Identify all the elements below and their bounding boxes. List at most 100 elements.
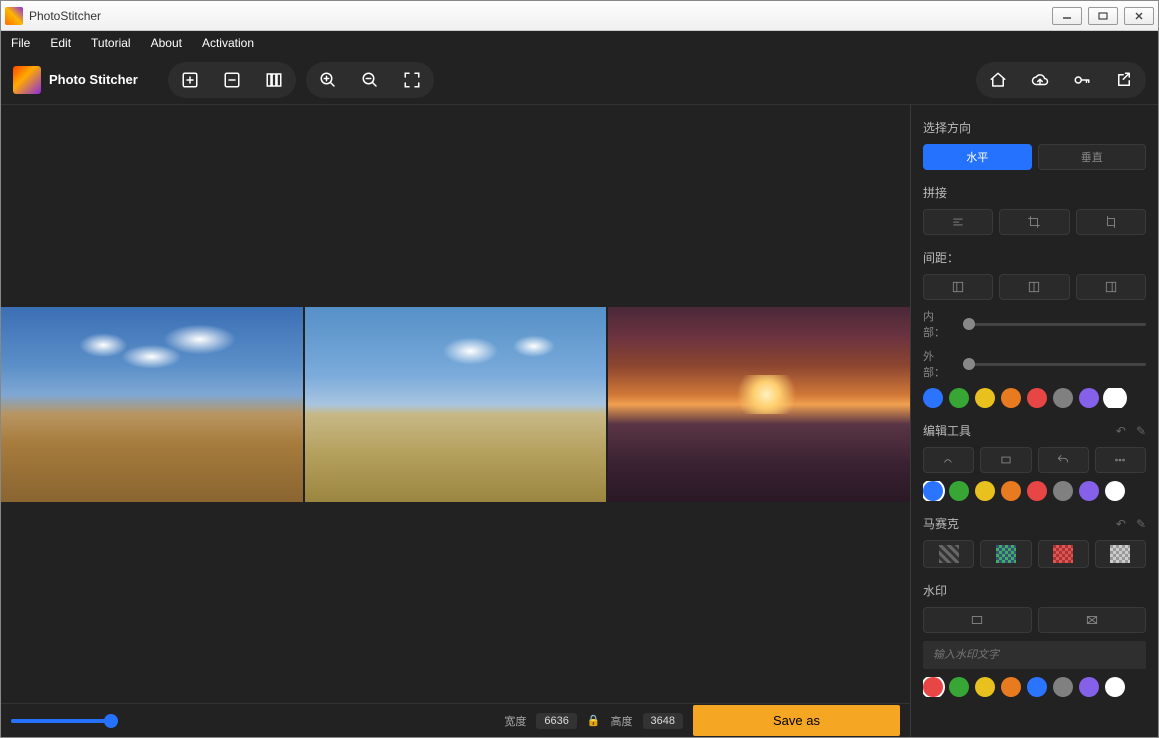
- color-swatch[interactable]: [1079, 481, 1099, 501]
- mosaic-style-3[interactable]: [1038, 540, 1089, 568]
- mosaic-style-1[interactable]: [923, 540, 974, 568]
- inner-spacing-slider[interactable]: [963, 323, 1146, 326]
- image-tools-group: [168, 62, 296, 98]
- close-button[interactable]: [1124, 7, 1154, 25]
- zoom-slider[interactable]: [11, 719, 111, 723]
- fit-screen-button[interactable]: [398, 66, 426, 94]
- watermark-text-input[interactable]: [923, 641, 1146, 669]
- logo-text: Photo Stitcher: [49, 72, 138, 87]
- color-swatch[interactable]: [1079, 677, 1099, 697]
- zoom-in-button[interactable]: [314, 66, 342, 94]
- color-swatch[interactable]: [923, 388, 943, 408]
- watermark-pattern-button[interactable]: [1038, 607, 1147, 633]
- spacing-title: 间距：: [923, 249, 1146, 266]
- color-swatch[interactable]: [923, 481, 943, 501]
- zoom-thumb[interactable]: [104, 714, 118, 728]
- menu-activation[interactable]: Activation: [202, 36, 254, 50]
- key-button[interactable]: [1068, 66, 1096, 94]
- color-swatch[interactable]: [1001, 481, 1021, 501]
- width-value: 6636: [536, 713, 576, 729]
- photo-2[interactable]: [305, 307, 607, 502]
- color-swatch[interactable]: [1079, 388, 1099, 408]
- color-swatch[interactable]: [1001, 677, 1021, 697]
- remove-image-button[interactable]: [218, 66, 246, 94]
- mosaic-undo-icon[interactable]: ↶: [1116, 517, 1126, 531]
- save-as-button[interactable]: Save as: [693, 705, 900, 736]
- edit-tools-section: 编辑工具 ↶✎: [923, 422, 1146, 501]
- sidebar: 选择方向 水平 垂直 拼接 间距：: [910, 105, 1158, 737]
- menubar: File Edit Tutorial About Activation: [1, 31, 1158, 55]
- watermark-section: 水印: [923, 582, 1146, 697]
- rotate-crop-button[interactable]: [1076, 209, 1146, 235]
- watermark-color-row: [923, 677, 1146, 697]
- zoom-out-button[interactable]: [356, 66, 384, 94]
- width-label: 宽度: [504, 713, 526, 729]
- home-button[interactable]: [984, 66, 1012, 94]
- color-swatch[interactable]: [1105, 677, 1125, 697]
- outer-spacing-label: 外部：: [923, 348, 955, 380]
- color-swatch[interactable]: [1027, 388, 1047, 408]
- color-swatch[interactable]: [1027, 481, 1047, 501]
- color-swatch[interactable]: [949, 677, 969, 697]
- color-swatch[interactable]: [1105, 388, 1125, 408]
- canvas[interactable]: [1, 105, 910, 703]
- window-controls: [1052, 7, 1154, 25]
- direction-horizontal[interactable]: 水平: [923, 144, 1032, 170]
- spacing-opt-2[interactable]: [999, 274, 1069, 300]
- draw-button[interactable]: [923, 447, 974, 473]
- color-swatch[interactable]: [1105, 481, 1125, 501]
- border-color-row: [923, 388, 1146, 408]
- titlebar: PhotoStitcher: [1, 1, 1158, 31]
- maximize-button[interactable]: [1088, 7, 1118, 25]
- export-button[interactable]: [1110, 66, 1138, 94]
- direction-vertical[interactable]: 垂直: [1038, 144, 1147, 170]
- menu-about[interactable]: About: [151, 36, 182, 50]
- color-swatch[interactable]: [1053, 677, 1073, 697]
- brush-icon[interactable]: ✎: [1136, 424, 1146, 438]
- height-value: 3648: [643, 713, 683, 729]
- logo: Photo Stitcher: [13, 66, 138, 94]
- mosaic-style-4[interactable]: [1095, 540, 1146, 568]
- mosaic-label: 马赛克: [923, 515, 959, 532]
- color-swatch[interactable]: [975, 388, 995, 408]
- color-swatch[interactable]: [1053, 481, 1073, 501]
- right-tools-group: [976, 62, 1146, 98]
- edit-color-row: [923, 481, 1146, 501]
- color-swatch[interactable]: [1053, 388, 1073, 408]
- color-swatch[interactable]: [1027, 677, 1047, 697]
- color-swatch[interactable]: [923, 677, 943, 697]
- lock-icon[interactable]: 🔒: [587, 714, 601, 727]
- photo-1[interactable]: [1, 307, 303, 502]
- color-swatch[interactable]: [1001, 388, 1021, 408]
- photo-strip: [1, 307, 910, 502]
- color-swatch[interactable]: [949, 388, 969, 408]
- inner-spacing-label: 内部：: [923, 308, 955, 340]
- rect-button[interactable]: [980, 447, 1031, 473]
- toolbar: Photo Stitcher: [1, 55, 1158, 105]
- cloud-upload-button[interactable]: [1026, 66, 1054, 94]
- color-swatch[interactable]: [975, 481, 995, 501]
- undo-button[interactable]: [1038, 447, 1089, 473]
- undo-icon[interactable]: ↶: [1116, 424, 1126, 438]
- layout-button[interactable]: [260, 66, 288, 94]
- crop-button[interactable]: [999, 209, 1069, 235]
- spacing-opt-3[interactable]: [1076, 274, 1146, 300]
- mosaic-brush-icon[interactable]: ✎: [1136, 517, 1146, 531]
- minimize-button[interactable]: [1052, 7, 1082, 25]
- menu-file[interactable]: File: [11, 36, 30, 50]
- color-swatch[interactable]: [975, 677, 995, 697]
- more-button[interactable]: [1095, 447, 1146, 473]
- menu-edit[interactable]: Edit: [50, 36, 71, 50]
- height-label: 高度: [611, 713, 633, 729]
- outer-spacing-slider[interactable]: [963, 363, 1146, 366]
- align-button[interactable]: [923, 209, 993, 235]
- color-swatch[interactable]: [949, 481, 969, 501]
- mosaic-style-2[interactable]: [980, 540, 1031, 568]
- spacing-opt-1[interactable]: [923, 274, 993, 300]
- watermark-image-button[interactable]: [923, 607, 1032, 633]
- menu-tutorial[interactable]: Tutorial: [91, 36, 131, 50]
- photo-3[interactable]: [608, 307, 910, 502]
- window-title: PhotoStitcher: [29, 9, 1052, 23]
- body-area: 宽度 6636 🔒 高度 3648 Save as 选择方向 水平 垂直 拼接: [1, 105, 1158, 737]
- add-image-button[interactable]: [176, 66, 204, 94]
